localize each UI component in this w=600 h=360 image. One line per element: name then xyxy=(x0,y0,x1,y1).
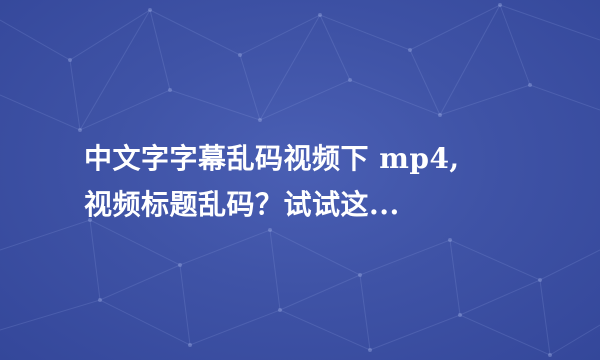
cover-title-line-2: 视频标题乱码？试试这... xyxy=(84,188,400,221)
cover-title-line-1: 中文字字幕乱码视频下 mp4, xyxy=(84,142,460,175)
cover-image: 中文字字幕乱码视频下 mp4, 视频标题乱码？试试这... xyxy=(0,0,600,360)
cover-title: 中文字字幕乱码视频下 mp4, 视频标题乱码？试试这... xyxy=(84,136,524,228)
